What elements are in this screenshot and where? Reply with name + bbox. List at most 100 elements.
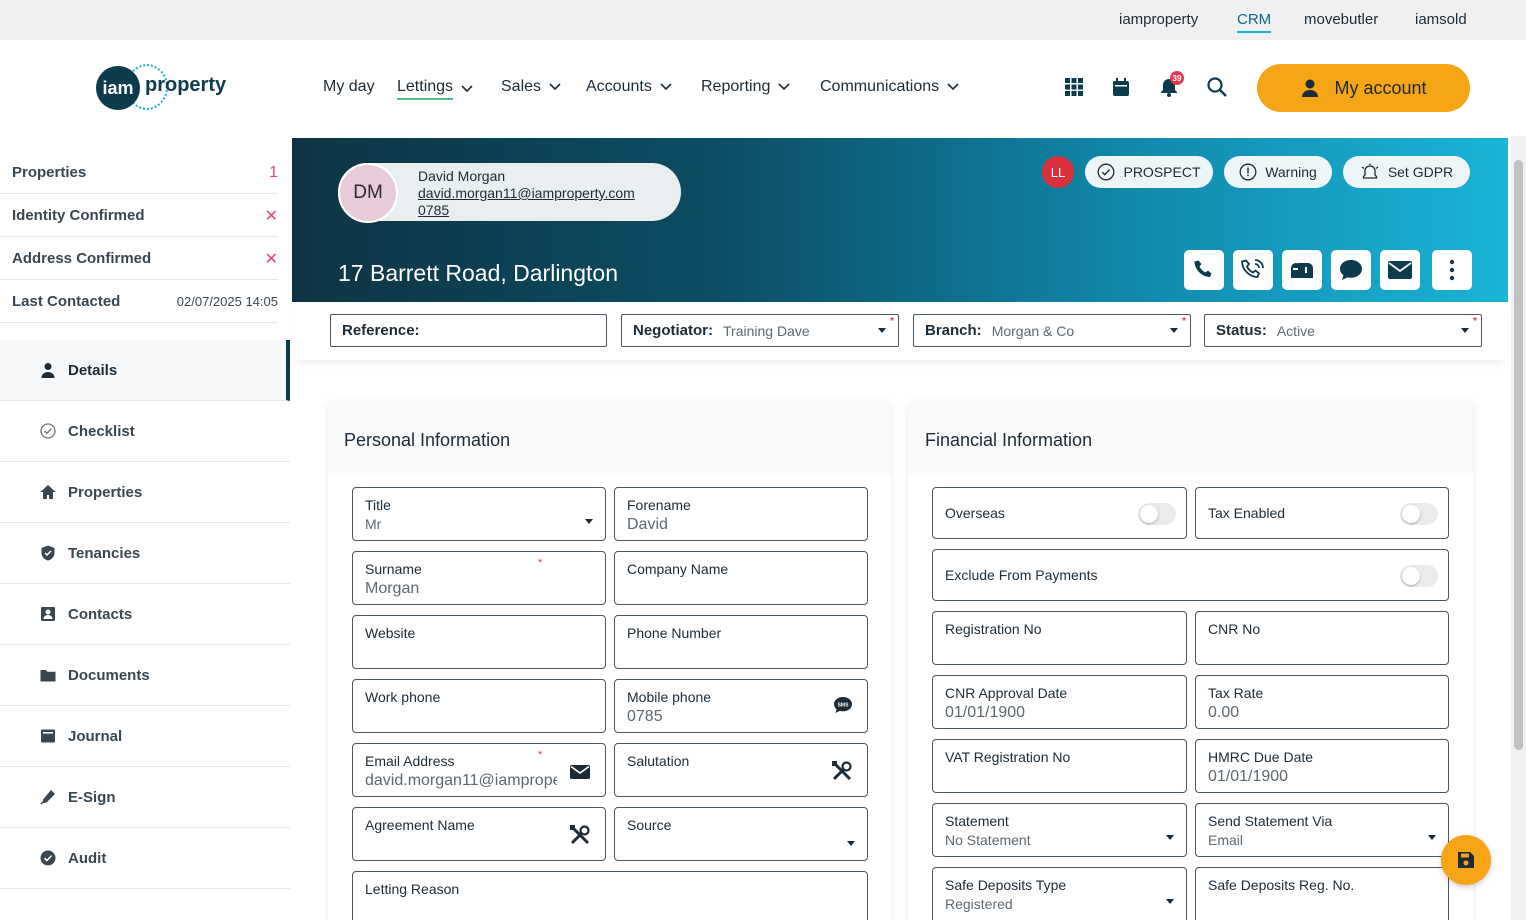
tools-icon[interactable] bbox=[569, 824, 591, 846]
status-select[interactable]: Status: Active * bbox=[1204, 314, 1482, 347]
cnr-approval-date-field[interactable]: CNR Approval Date 01/01/1900 bbox=[932, 675, 1187, 729]
summary-properties: Properties 1 bbox=[0, 151, 290, 194]
field-label: Email Address bbox=[365, 753, 455, 769]
scrollbar-thumb[interactable] bbox=[1514, 160, 1523, 750]
prospect-button[interactable]: PROSPECT bbox=[1085, 156, 1213, 188]
sidebar-item-contacts[interactable]: Contacts bbox=[0, 584, 290, 645]
top-link-iamproperty[interactable]: iamproperty bbox=[1119, 11, 1198, 28]
nav-reporting[interactable]: Reporting bbox=[701, 78, 790, 96]
safe-deposits-reg-field[interactable]: Safe Deposits Reg. No. bbox=[1195, 867, 1449, 920]
sms-icon[interactable]: SMS bbox=[833, 696, 853, 714]
tax-rate-field[interactable]: Tax Rate 0.00 bbox=[1195, 675, 1449, 729]
prospect-label: PROSPECT bbox=[1123, 164, 1201, 180]
mobile-phone-field[interactable]: Mobile phone 0785 SMS bbox=[614, 679, 868, 733]
nav-communications[interactable]: Communications bbox=[820, 78, 959, 96]
email-button[interactable] bbox=[1380, 250, 1420, 290]
field-label: Overseas bbox=[945, 505, 1005, 521]
sidebar-item-documents[interactable]: Documents bbox=[0, 645, 290, 706]
call-button[interactable] bbox=[1184, 250, 1224, 290]
top-link-movebutler[interactable]: movebutler bbox=[1304, 11, 1378, 28]
statement-select[interactable]: Statement No Statement bbox=[932, 803, 1187, 857]
save-button[interactable] bbox=[1441, 835, 1491, 885]
hmrc-due-date-field[interactable]: HMRC Due Date 01/01/1900 bbox=[1195, 739, 1449, 793]
contact-email-link[interactable]: david.morgan11@iamproperty.com bbox=[418, 185, 635, 201]
agreement-name-field[interactable]: Agreement Name bbox=[352, 807, 606, 861]
phone-number-field[interactable]: Phone Number bbox=[614, 615, 868, 669]
sidebar-item-details[interactable]: Details bbox=[0, 340, 290, 401]
logo-mark[interactable]: iam bbox=[96, 66, 140, 110]
envelope-icon[interactable] bbox=[569, 764, 591, 780]
top-links-bar: iamproperty CRM movebutler iamsold bbox=[0, 0, 1526, 40]
salutation-field[interactable]: Salutation bbox=[614, 743, 868, 797]
work-phone-field[interactable]: Work phone bbox=[352, 679, 606, 733]
sidebar-item-label: Properties bbox=[68, 483, 143, 501]
my-account-button[interactable]: My account bbox=[1257, 64, 1470, 112]
nav-label: Sales bbox=[501, 78, 542, 95]
sidebar-item-esign[interactable]: E-Sign bbox=[0, 767, 290, 828]
alarm-bell-icon bbox=[1361, 163, 1379, 179]
apps-grid-icon[interactable] bbox=[1063, 76, 1085, 98]
sidebar-item-label: Contacts bbox=[68, 605, 133, 623]
logo-text[interactable]: property bbox=[145, 74, 226, 97]
envelope-icon bbox=[1388, 261, 1412, 279]
send-statement-via-select[interactable]: Send Statement Via Email bbox=[1195, 803, 1449, 857]
user-avatar-badge[interactable]: LL bbox=[1042, 156, 1074, 188]
field-value: 0.00 bbox=[1208, 704, 1240, 721]
calendar-icon[interactable] bbox=[1110, 76, 1132, 98]
chevron-down-icon bbox=[660, 83, 672, 91]
chevron-down-icon bbox=[947, 83, 959, 91]
nav-my-day[interactable]: My day bbox=[323, 78, 375, 96]
set-gdpr-button[interactable]: Set GDPR bbox=[1343, 156, 1470, 188]
nav-label: Accounts bbox=[586, 78, 652, 95]
contact-phone-link[interactable]: 0785 bbox=[418, 202, 449, 218]
warning-button[interactable]: Warning bbox=[1224, 156, 1332, 188]
vat-registration-field[interactable]: VAT Registration No bbox=[932, 739, 1187, 793]
chat-button[interactable] bbox=[1331, 250, 1371, 290]
tools-icon[interactable] bbox=[831, 760, 853, 782]
sidebar-item-label: Documents bbox=[68, 666, 150, 684]
field-label: Tax Rate bbox=[1208, 685, 1264, 701]
negotiator-select[interactable]: Negotiator: Training Dave * bbox=[621, 314, 899, 347]
field-label: Work phone bbox=[365, 689, 441, 705]
website-field[interactable]: Website bbox=[352, 615, 606, 669]
nav-accounts[interactable]: Accounts bbox=[586, 78, 672, 96]
company-name-field[interactable]: Company Name bbox=[614, 551, 868, 605]
dropdown-arrow-icon bbox=[878, 328, 886, 333]
phone-call-log-button[interactable] bbox=[1233, 250, 1273, 290]
nav-lettings[interactable]: Lettings bbox=[397, 78, 473, 100]
nav-sales[interactable]: Sales bbox=[501, 78, 561, 96]
mailbox-button[interactable] bbox=[1282, 250, 1322, 290]
safe-deposits-type-select[interactable]: Safe Deposits Type Registered bbox=[932, 867, 1187, 920]
email-address-field[interactable]: Email Address david.morgan11@iamproper * bbox=[352, 743, 606, 797]
branch-select[interactable]: Branch: Morgan & Co * bbox=[913, 314, 1191, 347]
top-link-crm[interactable]: CRM bbox=[1237, 11, 1272, 33]
reference-field[interactable]: Reference: bbox=[330, 314, 607, 347]
dropdown-arrow-icon bbox=[847, 841, 855, 846]
sidebar-item-tenancies[interactable]: Tenancies bbox=[0, 523, 290, 584]
sidebar-item-journal[interactable]: Journal bbox=[0, 706, 290, 767]
forename-field[interactable]: Forename David bbox=[614, 487, 868, 541]
sidebar-item-label: Audit bbox=[68, 849, 107, 867]
surname-field[interactable]: Surname Morgan * bbox=[352, 551, 606, 605]
sidebar-item-audit[interactable]: Audit bbox=[0, 828, 290, 889]
summary-label: Last Contacted bbox=[12, 293, 121, 310]
source-select[interactable]: Source bbox=[614, 807, 868, 861]
tax-enabled-toggle[interactable] bbox=[1400, 503, 1438, 525]
exclude-payments-toggle[interactable] bbox=[1400, 565, 1438, 587]
letting-reason-field[interactable]: Letting Reason bbox=[352, 871, 868, 920]
required-marker: * bbox=[890, 316, 894, 327]
dropdown-arrow-icon bbox=[1170, 328, 1178, 333]
overseas-toggle[interactable] bbox=[1138, 503, 1176, 525]
cnr-no-field[interactable]: CNR No bbox=[1195, 611, 1449, 665]
title-select[interactable]: Title Mr bbox=[352, 487, 606, 541]
registration-no-field[interactable]: Registration No bbox=[932, 611, 1187, 665]
field-label: Forename bbox=[627, 497, 691, 513]
search-icon[interactable] bbox=[1206, 76, 1228, 98]
sidebar-item-checklist[interactable]: Checklist bbox=[0, 401, 290, 462]
avatar[interactable]: DM bbox=[338, 163, 398, 223]
sidebar-item-properties[interactable]: Properties bbox=[0, 462, 290, 523]
chat-bubble-icon bbox=[1340, 260, 1362, 280]
top-link-iamsold[interactable]: iamsold bbox=[1415, 11, 1467, 28]
more-options-button[interactable] bbox=[1432, 250, 1472, 290]
contact-name: David Morgan bbox=[418, 168, 506, 184]
